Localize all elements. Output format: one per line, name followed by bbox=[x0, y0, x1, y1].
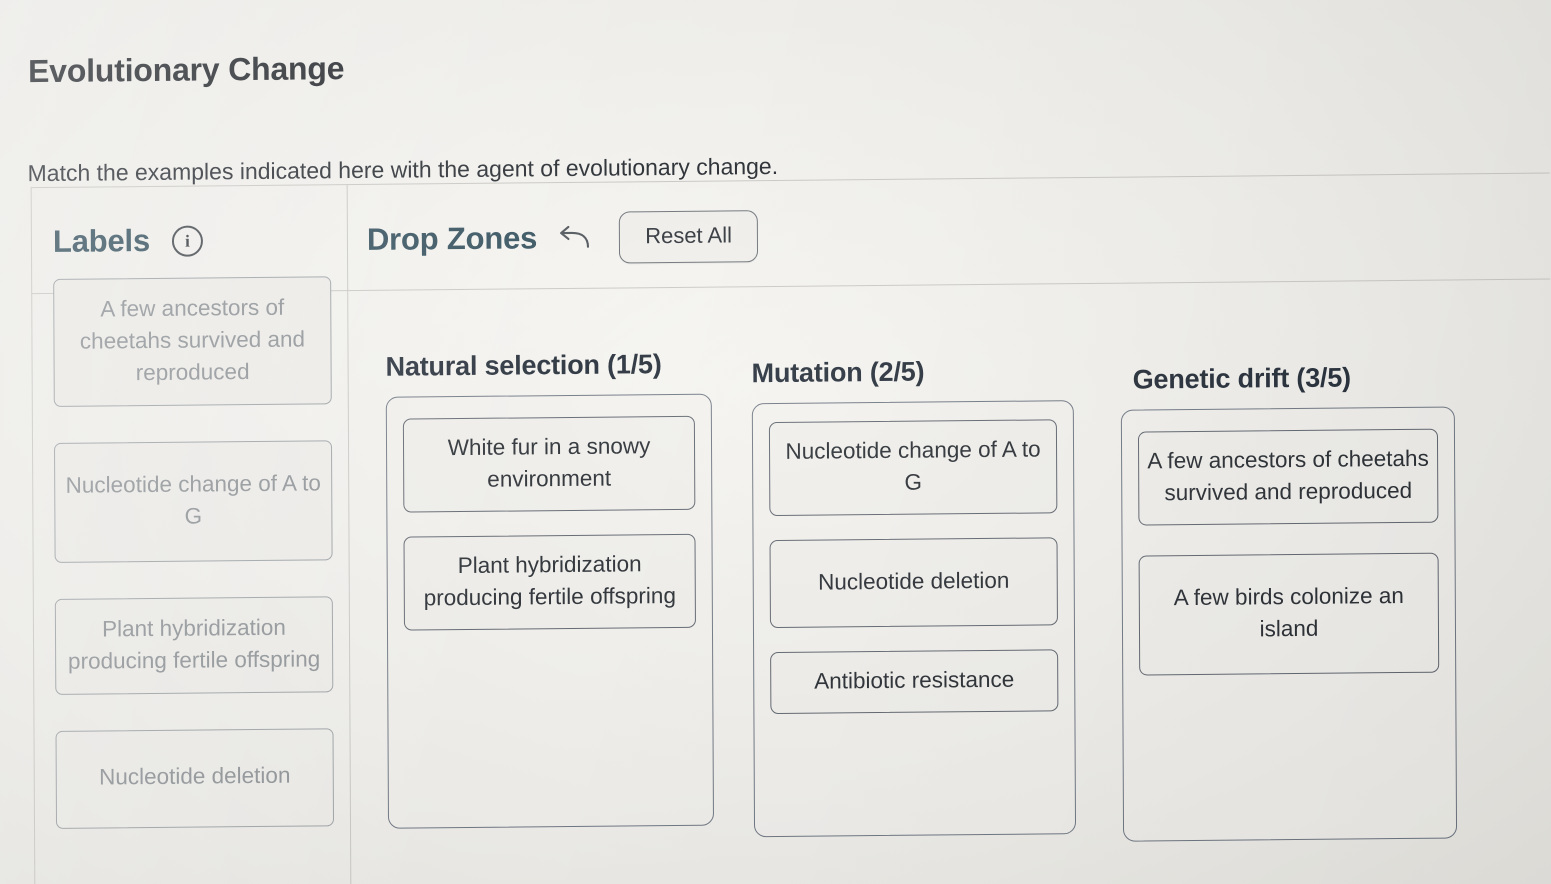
drop-zone-container[interactable]: A few ancestors of cheetahs survived and… bbox=[1120, 406, 1458, 842]
dropped-card[interactable]: A few birds colonize an island bbox=[1138, 552, 1440, 676]
dropped-card[interactable]: White fur in a snowy environment bbox=[402, 415, 696, 513]
drop-zones-area: Natural selection (1/5) White fur in a s… bbox=[385, 325, 1538, 876]
table-left-border bbox=[30, 187, 36, 884]
dropped-card[interactable]: A few ancestors of cheetahs survived and… bbox=[1137, 428, 1439, 526]
labels-list: A few ancestors of cheetahs survived and… bbox=[53, 276, 335, 864]
label-card[interactable]: Plant hybridization producing fertile of… bbox=[54, 595, 334, 695]
dropped-card[interactable]: Nucleotide change of A to G bbox=[768, 419, 1058, 516]
drop-zone-title: Natural selection (1/5) bbox=[385, 349, 662, 382]
dropped-card[interactable]: Antibiotic resistance bbox=[770, 649, 1059, 714]
labels-header-title: Labels bbox=[52, 222, 151, 259]
info-glyph: i bbox=[185, 231, 190, 251]
dropped-card[interactable]: Nucleotide deletion bbox=[769, 537, 1058, 628]
drop-zone-natural-selection: Natural selection (1/5) White fur in a s… bbox=[385, 349, 715, 829]
drop-zone-title: Mutation (2/5) bbox=[751, 356, 925, 389]
drop-zone-genetic-drift: Genetic drift (3/5) A few ancestors of c… bbox=[1120, 361, 1458, 842]
undo-arrow-icon[interactable] bbox=[557, 223, 591, 253]
label-card[interactable]: Nucleotide deletion bbox=[55, 727, 335, 829]
page-title: Evolutionary Change bbox=[27, 50, 345, 90]
drop-zone-container[interactable]: Nucleotide change of A to G Nucleotide d… bbox=[751, 400, 1077, 838]
screenshot-canvas: Evolutionary Change Match the examples i… bbox=[0, 0, 1551, 884]
drop-zone-container[interactable]: White fur in a snowy environment Plant h… bbox=[385, 393, 715, 829]
labels-column-header: Labels i bbox=[52, 210, 204, 271]
drop-zones-header-title: Drop Zones bbox=[366, 220, 538, 257]
label-card[interactable]: A few ancestors of cheetahs survived and… bbox=[53, 276, 332, 407]
drop-zone-title: Genetic drift (3/5) bbox=[1132, 362, 1351, 395]
label-card[interactable]: Nucleotide change of A to G bbox=[54, 440, 333, 563]
info-circle-icon[interactable]: i bbox=[171, 224, 204, 257]
reset-all-button[interactable]: Reset All bbox=[619, 210, 759, 264]
dropped-card[interactable]: Plant hybridization producing fertile of… bbox=[403, 533, 696, 631]
drop-zone-mutation: Mutation (2/5) Nucleotide change of A to… bbox=[751, 355, 1077, 838]
drop-zones-column-header: Drop Zones Reset All bbox=[366, 206, 759, 270]
